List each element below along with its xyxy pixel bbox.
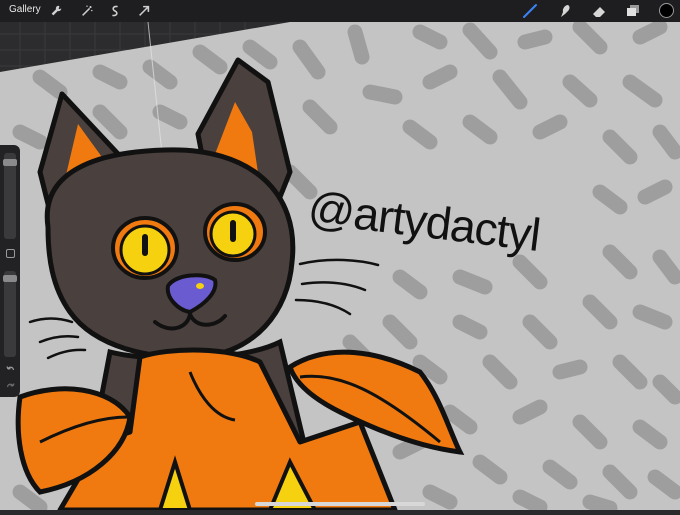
- wrench-icon[interactable]: [48, 3, 64, 19]
- brush-icon[interactable]: [521, 3, 539, 19]
- drawing-canvas[interactable]: @artydactyl: [0, 19, 680, 515]
- artwork: [0, 19, 680, 515]
- undo-icon[interactable]: [5, 364, 15, 374]
- opacity-slider[interactable]: [4, 271, 16, 357]
- home-indicator[interactable]: [255, 502, 425, 506]
- magic-wand-icon[interactable]: [79, 3, 95, 19]
- square-icon[interactable]: [5, 248, 15, 258]
- opacity-thumb[interactable]: [3, 274, 17, 282]
- gallery-button[interactable]: Gallery: [9, 4, 41, 15]
- color-picker-button[interactable]: [659, 3, 674, 18]
- selection-icon[interactable]: [107, 3, 123, 19]
- layers-icon[interactable]: [624, 3, 642, 19]
- redo-icon[interactable]: [5, 381, 15, 391]
- smudge-icon[interactable]: [556, 3, 574, 19]
- toolbar: Gallery: [0, 0, 680, 22]
- brush-size-thumb[interactable]: [3, 159, 17, 167]
- sidebar: [0, 145, 20, 397]
- eraser-icon[interactable]: [590, 3, 608, 19]
- transform-arrow-icon[interactable]: [136, 3, 152, 19]
